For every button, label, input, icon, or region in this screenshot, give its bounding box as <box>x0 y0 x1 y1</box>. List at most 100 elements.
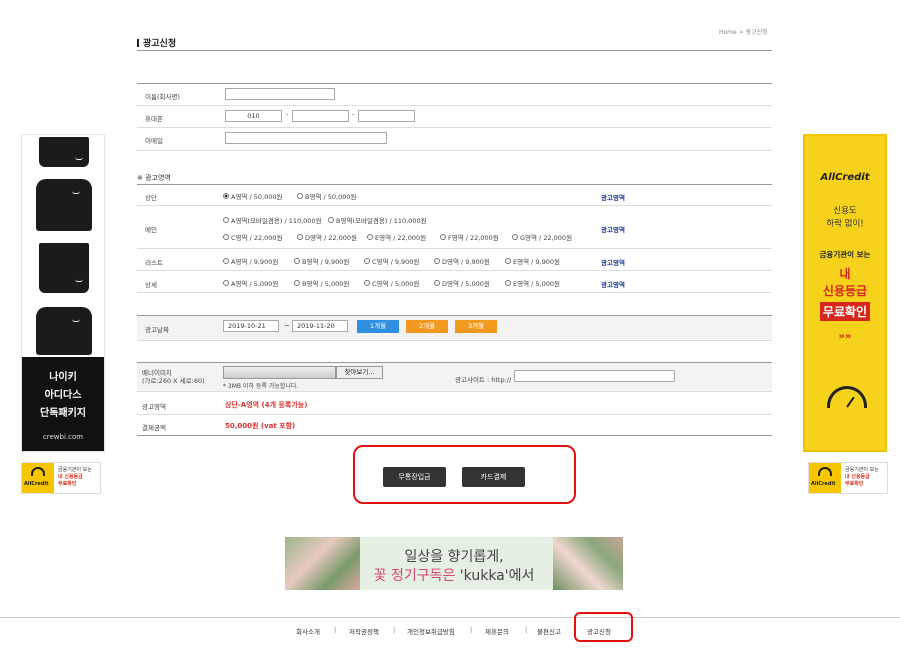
radio-checked-icon <box>223 193 229 199</box>
right-banner-big: 신용등급 <box>822 284 868 298</box>
radio-main-d[interactable]: D영역 / 22,000원 <box>297 232 357 242</box>
right-banner-sub: 신용도 하락 없이! <box>826 206 864 229</box>
name-input[interactable] <box>225 88 335 100</box>
email-label: 이메일 <box>145 137 163 145</box>
phone-label: 휴대폰 <box>145 115 163 123</box>
shorts-image <box>39 243 89 293</box>
upload-size-note: * 3MB 이하 등록 가능합니다. <box>223 383 299 390</box>
ad-area-link[interactable]: 광고영역 <box>601 224 625 234</box>
radio-icon <box>294 258 300 264</box>
row-divider <box>137 127 772 128</box>
left-banner-text: 나이키 아디다스 단독패키지 crewbi.com <box>22 357 104 451</box>
swoosh-icon <box>75 279 83 282</box>
ad-area-link[interactable]: 광고영역 <box>601 192 625 202</box>
gauge-icon <box>818 467 832 476</box>
radio-icon <box>434 258 440 264</box>
banner-label: 배너이미지 (가로:260 X 세로:60) <box>142 369 205 385</box>
row-divider <box>137 340 772 341</box>
radio-icon <box>328 217 334 223</box>
ad-area-link[interactable]: 광고영역 <box>601 257 625 267</box>
email-input[interactable] <box>225 132 387 144</box>
radio-top-a[interactable]: A영역 / 50,000원 <box>223 191 282 201</box>
left-banner-line: 아디다스 <box>44 390 82 401</box>
form-divider <box>137 315 772 316</box>
radio-detail-e[interactable]: E영역 / 5,000원 <box>505 278 560 288</box>
browse-button[interactable]: 찾아보기... <box>336 366 383 379</box>
radio-detail-c[interactable]: C영역 / 5,000원 <box>364 278 419 288</box>
title-divider <box>137 50 772 51</box>
radio-main-e[interactable]: E영역 / 22,000원 <box>367 232 426 242</box>
radio-detail-d[interactable]: D영역 / 5,000원 <box>434 278 490 288</box>
right-banner-big: 내 <box>839 267 851 281</box>
phone-separator: - <box>286 111 289 119</box>
radio-icon <box>367 234 373 240</box>
jersey-image <box>36 179 92 231</box>
radio-icon <box>297 193 303 199</box>
radio-main-b[interactable]: B영역(모바일겸용) / 110,000원 <box>328 215 427 225</box>
footer-separator: | <box>470 626 473 634</box>
phone-separator: - <box>352 111 355 119</box>
footer-nav: 회사소개 | 저작권정책 | 개인정보취급방침 | 제휴문의 | 불편신고 | … <box>0 618 900 657</box>
right-side-banner[interactable]: AllCredit 신용도 하락 없이! 금융기관이 보는 내 신용등급 무료확… <box>803 134 887 452</box>
date-separator: ~ <box>284 322 290 330</box>
radio-list-c[interactable]: C영역 / 9,900원 <box>364 256 419 266</box>
page-title: 광고신청 <box>137 36 176 49</box>
radio-list-e[interactable]: E영역 / 9,900원 <box>505 256 560 266</box>
end-date-input[interactable]: 2019-11-20 <box>292 320 348 332</box>
footer-link-partnership[interactable]: 제휴문의 <box>485 626 509 636</box>
ad-site-label: 광고사이트 : http:// <box>455 376 512 384</box>
phone-last-input[interactable] <box>358 110 415 122</box>
ad-area-section-title: ※ 광고영역 <box>137 174 171 182</box>
footer-link-company[interactable]: 회사소개 <box>296 626 320 636</box>
radio-icon <box>223 258 229 264</box>
ad-row-label-list: 리스트 <box>145 259 163 267</box>
phone-middle-input[interactable] <box>292 110 349 122</box>
flower-banner-line1: 일상을 향기롭게, <box>404 549 504 565</box>
two-month-button[interactable]: 2개월 <box>406 320 448 333</box>
radio-detail-a[interactable]: A영역 / 5,000원 <box>223 278 278 288</box>
row-divider <box>137 270 772 271</box>
footer-link-privacy[interactable]: 개인정보취급방침 <box>407 626 455 636</box>
radio-list-b[interactable]: B영역 / 9,900원 <box>294 256 349 266</box>
row-divider <box>137 391 772 392</box>
footer-separator: | <box>525 626 528 634</box>
swoosh-icon <box>75 157 83 160</box>
radio-main-a[interactable]: A영역(모바일겸용) / 110,000원 <box>223 215 322 225</box>
banner-file-field[interactable] <box>223 366 336 379</box>
radio-icon <box>223 234 229 240</box>
left-side-banner[interactable]: 나이키 아디다스 단독패키지 crewbi.com <box>21 134 105 452</box>
mini-ad-text: 금융기관이 보는 내 신용등급 무료확인 <box>58 467 92 487</box>
ad-row-label-detail: 상세 <box>145 281 157 289</box>
flower-subscription-banner[interactable]: 일상을 향기롭게, 꽃 정기구독은 'kukka'에서 <box>285 537 623 590</box>
radio-list-a[interactable]: A영역 / 9,900원 <box>223 256 278 266</box>
jersey-image <box>36 307 92 355</box>
radio-list-d[interactable]: D영역 / 9,900원 <box>434 256 490 266</box>
ad-area-link[interactable]: 광고영역 <box>601 279 625 289</box>
date-label: 광고날짜 <box>145 326 169 334</box>
mini-ad-text: 금융기관이 보는 내 신용등급 무료확인 <box>845 467 879 487</box>
one-month-button[interactable]: 1개월 <box>357 320 399 333</box>
breadcrumb: Home > 광고신청 <box>719 29 768 36</box>
footer-link-copyright[interactable]: 저작권정책 <box>349 626 379 636</box>
allcredit-logo: AllCredit <box>809 463 841 493</box>
bank-transfer-button[interactable]: 무통장입금 <box>383 467 446 487</box>
mini-credit-ad-right[interactable]: AllCredit 금융기관이 보는 내 신용등급 무료확인 <box>808 462 888 494</box>
row-divider <box>137 105 772 106</box>
mini-credit-ad-left[interactable]: AllCredit 금융기관이 보는 내 신용등급 무료확인 <box>21 462 101 494</box>
radio-detail-b[interactable]: B영역 / 5,000원 <box>294 278 349 288</box>
swoosh-icon <box>72 191 80 194</box>
swoosh-icon <box>72 319 80 322</box>
radio-main-f[interactable]: F영역 / 22,000원 <box>440 232 499 242</box>
summary-amount-label: 결제금액 <box>142 424 166 432</box>
credit-gauge-icon <box>827 386 867 408</box>
footer-link-report[interactable]: 불편신고 <box>537 626 561 636</box>
chevrons-icon: »» <box>838 331 852 342</box>
radio-top-b[interactable]: B영역 / 50,000원 <box>297 191 356 201</box>
phone-prefix-input[interactable]: 010 <box>225 110 282 122</box>
start-date-input[interactable]: 2019-10-21 <box>223 320 279 332</box>
three-month-button[interactable]: 3개월 <box>455 320 497 333</box>
card-payment-button[interactable]: 카드결제 <box>462 467 525 487</box>
radio-main-c[interactable]: C영역 / 22,000원 <box>223 232 283 242</box>
ad-site-input[interactable] <box>514 370 675 382</box>
radio-main-g[interactable]: G영역 / 22,000원 <box>512 232 572 242</box>
